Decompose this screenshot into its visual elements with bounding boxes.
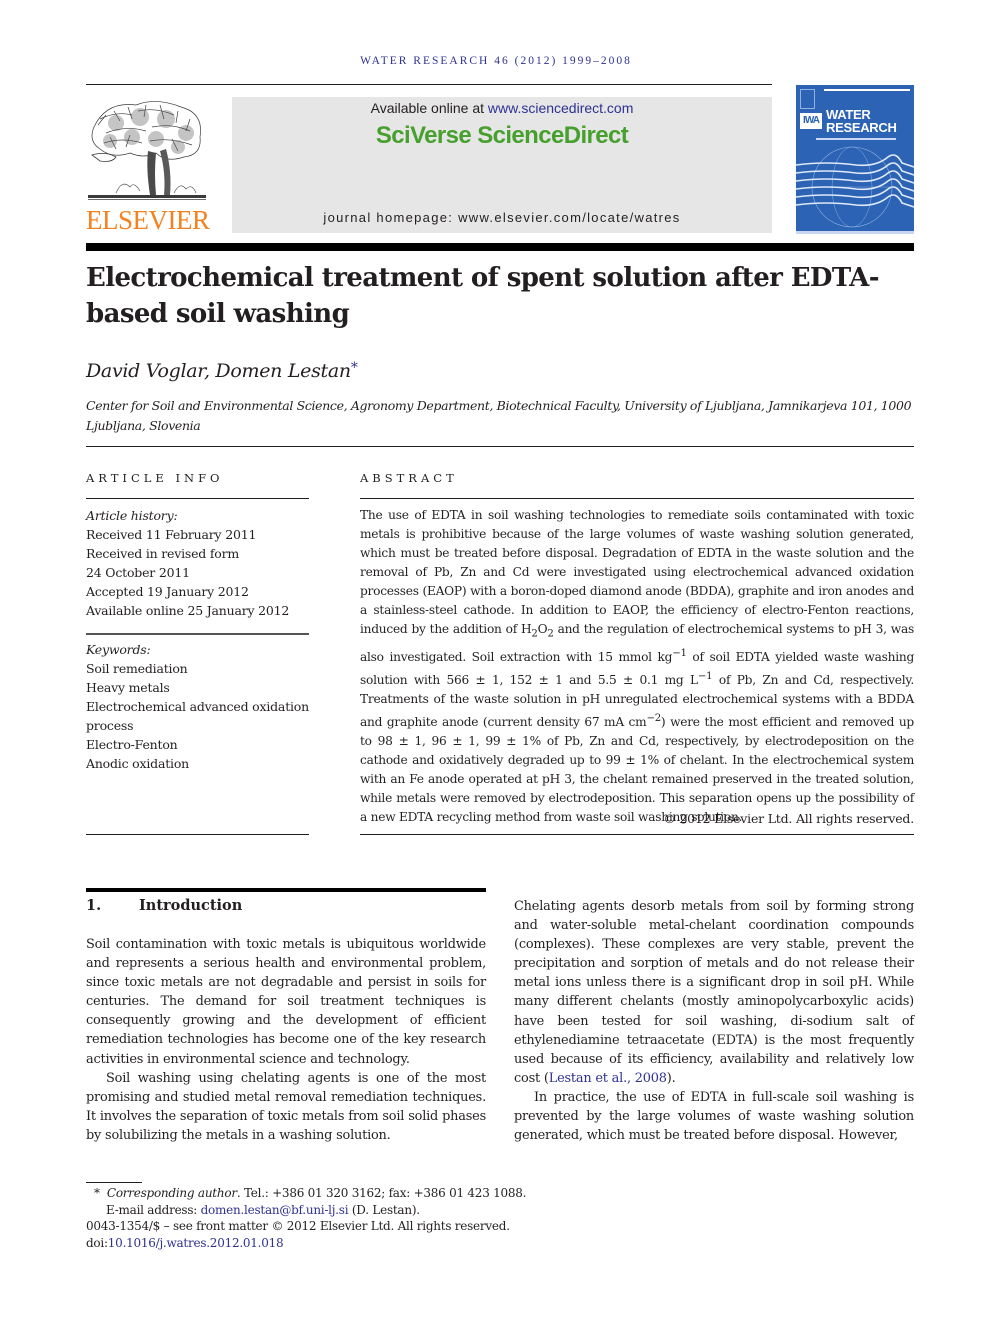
journal-cover[interactable]: IWA WATER RESEARCH	[796, 85, 914, 234]
keyword-item: Electro-Fenton	[86, 737, 178, 752]
cover-subtitle-bar	[816, 138, 896, 140]
cover-top-bar	[824, 89, 910, 91]
section-number: 1.	[86, 897, 102, 914]
citation-link[interactable]: Lestan et al., 2008	[549, 1071, 667, 1086]
corresponding-label: Corresponding author	[106, 1186, 237, 1200]
cover-title-line2: RESEARCH	[826, 120, 897, 135]
history-item: Available online 25 January 2012	[86, 603, 290, 618]
email-suffix: (D. Lestan).	[348, 1202, 420, 1217]
iwa-badge-icon: IWA	[800, 113, 822, 129]
sciencedirect-banner: Available online at www.sciencedirect.co…	[232, 97, 772, 233]
cover-wave-globe-icon	[796, 146, 914, 228]
keywords: Keywords: Soil remediation Heavy metals …	[86, 640, 310, 773]
keyword-item: Soil remediation	[86, 661, 188, 676]
elsevier-wordmark: ELSEVIER	[86, 205, 210, 235]
elsevier-tree-icon	[88, 101, 206, 200]
body-text: ).	[666, 1070, 676, 1086]
history-item: Received in revised form	[86, 546, 240, 561]
body-column-right: Chelating agents desorb metals from soil…	[514, 897, 914, 1145]
sciverse-sciencedirect-logo[interactable]: SciVerse ScienceDirect	[232, 122, 772, 150]
corresponding-author-marker[interactable]: *	[351, 360, 358, 376]
affiliation: Center for Soil and Environmental Scienc…	[86, 398, 912, 433]
email-label: E-mail address:	[106, 1202, 201, 1217]
email-link[interactable]: domen.lestan@bf.uni-lj.si	[201, 1203, 349, 1217]
history-label: Article history:	[86, 508, 178, 523]
article-title: Electrochemical treatment of spent solut…	[86, 263, 880, 329]
cover-bottom-bar	[796, 231, 914, 234]
available-online-prefix: Available online at	[370, 100, 488, 116]
doi-prefix: doi:	[86, 1235, 108, 1250]
body-column-left: Soil contamination with toxic metals is …	[86, 935, 486, 1145]
body-paragraph: In practice, the use of EDTA in full-sca…	[514, 1089, 914, 1144]
keyword-item: Anodic oxidation	[86, 756, 190, 771]
sciencedirect-link[interactable]: www.sciencedirect.com	[488, 100, 634, 116]
affiliation-rule	[86, 446, 914, 447]
article-info-label: ARTICLE INFO	[86, 471, 224, 485]
authors: David Voglar, Domen Lestan	[86, 360, 351, 382]
history-item: Received 11 February 2011	[86, 527, 257, 542]
footnote-rule	[86, 1182, 142, 1183]
doi-line: doi:10.1016/j.watres.2012.01.018	[86, 1235, 546, 1252]
email-footnote: E-mail address: domen.lestan@bf.uni-lj.s…	[86, 1202, 546, 1219]
header-rule	[86, 84, 772, 85]
available-online-line: Available online at www.sciencedirect.co…	[232, 100, 772, 116]
cover-elsevier-mini-icon	[800, 89, 815, 109]
body-paragraph: Soil contamination with toxic metals is …	[86, 937, 486, 1067]
cover-title: WATER RESEARCH	[826, 108, 897, 134]
masthead-rule	[86, 243, 914, 251]
abstract-text: ) were the most efficient and removed up…	[360, 715, 914, 825]
author-list: David Voglar, Domen Lestan*	[86, 360, 358, 382]
superscript: −1	[697, 670, 713, 682]
abstract-body: The use of EDTA in soil washing technolo…	[360, 506, 914, 827]
superscript: −1	[672, 647, 687, 659]
corresponding-author-footnote: * Corresponding author. Tel.: +386 01 32…	[86, 1185, 546, 1202]
superscript: −2	[646, 713, 661, 725]
footnotes: * Corresponding author. Tel.: +386 01 32…	[86, 1185, 546, 1251]
contact-details: . Tel.: +386 01 320 3162; fax: +386 01 4…	[236, 1186, 527, 1200]
body-paragraph: Soil washing using chelating agents is o…	[86, 1070, 486, 1143]
history-item: Accepted 19 January 2012	[86, 584, 249, 599]
history-item: 24 October 2011	[86, 565, 190, 580]
footnote-marker: *	[94, 1186, 100, 1200]
elsevier-logo[interactable]: ELSEVIER	[86, 97, 210, 237]
body-text: Chelating agents desorb metals from soil…	[514, 899, 914, 1086]
abstract-bottom-rule	[360, 834, 914, 835]
keyword-item: Heavy metals	[86, 680, 170, 695]
abstract-copyright: © 2012 Elsevier Ltd. All rights reserved…	[663, 811, 914, 826]
article-info-bottom-rule	[86, 834, 309, 835]
doi-link[interactable]: 10.1016/j.watres.2012.01.018	[108, 1236, 284, 1250]
running-head: WATER RESEARCH 46 (2012) 1999–2008	[360, 55, 632, 67]
body-paragraph: Chelating agents desorb metals from soil…	[514, 897, 914, 1088]
section-heading-introduction: 1. Introduction	[86, 897, 242, 914]
article-info-rule	[86, 498, 309, 499]
abstract-rule	[360, 498, 914, 499]
keywords-label: Keywords:	[86, 642, 151, 657]
history-keywords-rule	[86, 633, 309, 635]
abstract-label: ABSTRACT	[360, 471, 458, 485]
abstract-paragraph: The use of EDTA in soil washing technolo…	[360, 506, 914, 827]
abstract-text: The use of EDTA in soil washing technolo…	[360, 508, 914, 637]
section-title: Introduction	[139, 897, 243, 914]
issn-line: 0043-1354/$ – see front matter © 2012 El…	[86, 1219, 510, 1233]
keyword-item: Electrochemical advanced oxidation proce…	[86, 699, 309, 733]
article-info: Article history: Received 11 February 20…	[86, 506, 310, 620]
journal-homepage-link[interactable]: journal homepage: www.elsevier.com/locat…	[232, 210, 772, 225]
section-rule	[86, 888, 486, 892]
abstract-text: O	[537, 622, 548, 637]
